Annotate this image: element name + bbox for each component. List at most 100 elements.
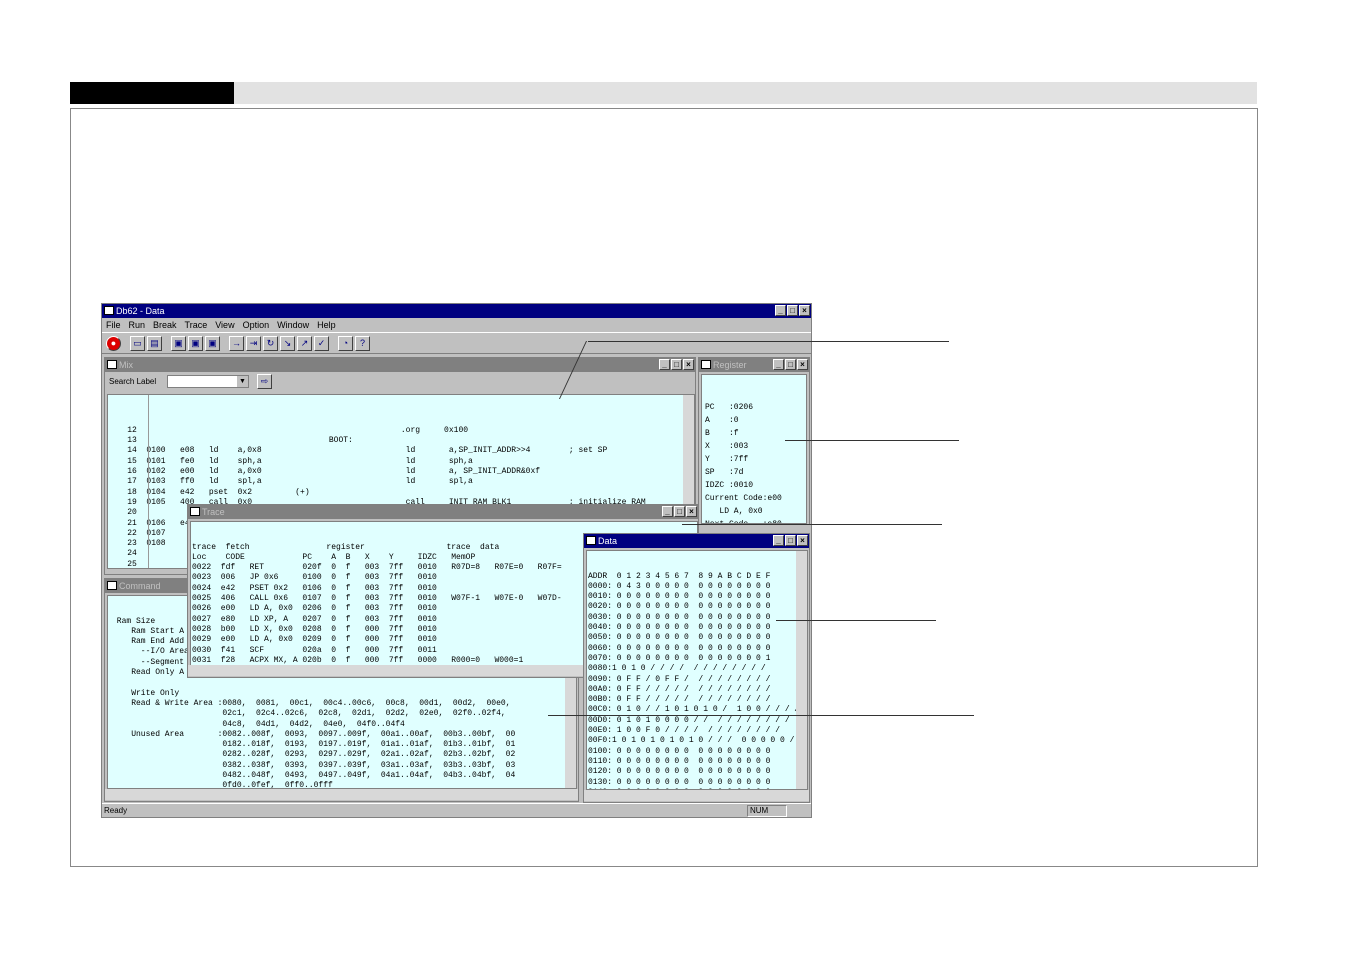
command-line: Unused Area :0082..008f, 0093, 0097..009…: [112, 729, 516, 739]
num-lock-indicator: NUM: [747, 805, 787, 817]
chevron-down-icon[interactable]: ▼: [237, 376, 248, 387]
register-line: Current Code:e00: [705, 494, 782, 503]
data-title: Data: [598, 536, 618, 546]
callout-command: [548, 715, 974, 716]
mix-title: Mix: [119, 360, 133, 370]
register-title: Register: [713, 360, 747, 370]
break-icon[interactable]: ✓: [314, 335, 329, 351]
register-line: PC :0206: [705, 403, 754, 412]
header-block: [70, 82, 234, 104]
register-line: Y :7ff: [705, 455, 749, 464]
reset-icon[interactable]: ↻: [263, 335, 278, 351]
data-line: 00D0: 0 1 0 1 0 0 0 0 / / / / / / / / / …: [588, 715, 790, 725]
data-memory-dump[interactable]: ADDR 0 1 2 3 4 5 6 7 8 9 A B C D E F 0000…: [586, 550, 808, 790]
data-window-icon: [586, 536, 596, 545]
callout-mix: [588, 341, 949, 342]
command-hscrollbar[interactable]: [105, 789, 578, 800]
data-maximize-button[interactable]: □: [785, 535, 796, 546]
data-line: 0060: 0 0 0 0 0 0 0 0 0 0 0 0 0 0 0 0: [588, 643, 771, 653]
command-line: Read & Write Area :0080, 0081, 00c1, 00c…: [112, 698, 511, 708]
menu-help[interactable]: Help: [317, 318, 336, 332]
go-icon[interactable]: →: [229, 335, 244, 351]
register-line: X :003: [705, 442, 749, 451]
trace-maximize-button[interactable]: □: [674, 506, 685, 517]
app-icon: [104, 306, 114, 315]
status-bar: Ready NUM: [102, 803, 811, 817]
mix-close-button[interactable]: ×: [683, 359, 694, 370]
register-maximize-button[interactable]: □: [785, 359, 796, 370]
mix-window-icon: [107, 360, 117, 369]
data-line: 0100: 0 0 0 0 0 0 0 0 0 0 0 0 0 0 0 0: [588, 746, 771, 756]
data-lines: ADDR 0 1 2 3 4 5 6 7 8 9 A B C D E F 0000…: [588, 571, 807, 789]
command-title: Command: [119, 581, 161, 591]
data-line: 0030: 0 0 0 0 0 0 0 0 0 0 0 0 0 0 0 0: [588, 612, 771, 622]
data-window: Data _ □ × ADDR 0 1 2 3 4 5 6 7 8 9 A B …: [583, 533, 810, 803]
trace-titlebar: Trace _ □ ×: [188, 505, 698, 519]
data-line: ADDR 0 1 2 3 4 5 6 7 8 9 A B C D E F: [588, 571, 771, 581]
data-line: 0090: 0 F F / 0 F F / / / / / / / / /: [588, 674, 771, 684]
trace-title: Trace: [202, 507, 225, 517]
menu-trace[interactable]: Trace: [185, 318, 208, 332]
search-label-combo[interactable]: ▼: [167, 375, 249, 388]
command-line: 0182..018f, 0193, 0197..019f, 01a1..01af…: [112, 740, 516, 750]
search-label: Search Label: [109, 377, 157, 386]
menu-view[interactable]: View: [215, 318, 234, 332]
step-over-icon[interactable]: ↗: [297, 335, 312, 351]
window-layout-2-icon[interactable]: ▣: [188, 335, 203, 351]
mix-line: 15 0101 fe0 ld sph,a ld sph,a: [108, 456, 473, 466]
register-values: PC :0206 A :0 B :f X :003 Y :7ff SP :7d IDZC :…: [701, 374, 807, 524]
close-button[interactable]: ×: [799, 305, 810, 316]
register-line: SP :7d: [705, 468, 744, 477]
register-minimize-button[interactable]: _: [773, 359, 784, 370]
register-titlebar: Register _ □ ×: [699, 358, 809, 372]
menu-file[interactable]: File: [106, 318, 121, 332]
data-line: 0050: 0 0 0 0 0 0 0 0 0 0 0 0 0 0 0 0: [588, 633, 771, 643]
data-minimize-button[interactable]: _: [773, 535, 784, 546]
menu-window[interactable]: Window: [277, 318, 309, 332]
data-line: 0080:1 0 1 0 / / / / / / / / / / / /: [588, 664, 766, 674]
command-line: Write Only: [112, 688, 180, 698]
command-line: 0382..038f, 0393, 0397..039f, 03a1..03af…: [112, 760, 516, 770]
trace-window-icon: [190, 507, 200, 516]
trace-close-button[interactable]: ×: [686, 506, 697, 517]
command-line: 02c1, 02c4..02c6, 02c8, 02d1, 02d2, 02e0…: [112, 709, 506, 719]
register-line: IDZC :0010: [705, 481, 754, 490]
window-layout-1-icon[interactable]: ▣: [171, 335, 186, 351]
menu-run[interactable]: Run: [129, 318, 146, 332]
data-line: 0040: 0 0 0 0 0 0 0 0 0 0 0 0 0 0 0 0: [588, 623, 771, 633]
register-close-button[interactable]: ×: [797, 359, 808, 370]
mix-line: 14 0100 e08 ld a,0x8 ld a,SP_INIT_ADDR>>…: [108, 446, 608, 456]
menu-option[interactable]: Option: [243, 318, 270, 332]
help-icon[interactable]: ?: [355, 335, 370, 351]
data-close-button[interactable]: ×: [797, 535, 808, 546]
minimize-button[interactable]: _: [775, 305, 786, 316]
maximize-button[interactable]: □: [787, 305, 798, 316]
data-vscrollbar[interactable]: [796, 551, 807, 789]
open-folder-icon[interactable]: ▭: [130, 335, 145, 351]
trace-minimize-button[interactable]: _: [662, 506, 673, 517]
stop-icon[interactable]: ●: [106, 335, 121, 351]
register-line: LD A, 0x0: [705, 507, 763, 516]
load-icon[interactable]: ▤: [147, 335, 162, 351]
data-line: 0010: 0 0 0 0 0 0 0 0 0 0 0 0 0 0 0 0: [588, 592, 771, 602]
mix-maximize-button[interactable]: □: [671, 359, 682, 370]
command-line: [112, 678, 576, 688]
command-line: 0fd0..0fef, 0ff0..0fff: [112, 781, 333, 789]
db62-main-window: Db62 - Data _ □ × File Run Break Trace V…: [101, 303, 812, 818]
window-layout-3-icon[interactable]: ▣: [205, 335, 220, 351]
go-to-cursor-icon[interactable]: ⇥: [246, 335, 261, 351]
data-line: 0130: 0 0 0 0 0 0 0 0 0 0 0 0 0 0 0 0: [588, 777, 771, 787]
register-line: A :0: [705, 416, 739, 425]
mix-line: 18 0104 e42 pset 0x2 (+): [108, 487, 310, 497]
header-bar: [70, 82, 1257, 104]
clock-icon[interactable]: ◔: [338, 335, 353, 351]
main-titlebar: Db62 - Data _ □ ×: [102, 304, 811, 318]
data-hscrollbar[interactable]: [584, 790, 809, 801]
window-title: Db62 - Data: [116, 306, 165, 316]
step-into-icon[interactable]: ↘: [280, 335, 295, 351]
mix-minimize-button[interactable]: _: [659, 359, 670, 370]
search-go-icon[interactable]: ⇨: [257, 374, 272, 389]
data-line: 0020: 0 0 0 0 0 0 0 0 0 0 0 0 0 0 0 0: [588, 602, 771, 612]
data-line: 00B0: 0 F F / / / / / / / / / / / / /: [588, 695, 771, 705]
menu-break[interactable]: Break: [153, 318, 177, 332]
